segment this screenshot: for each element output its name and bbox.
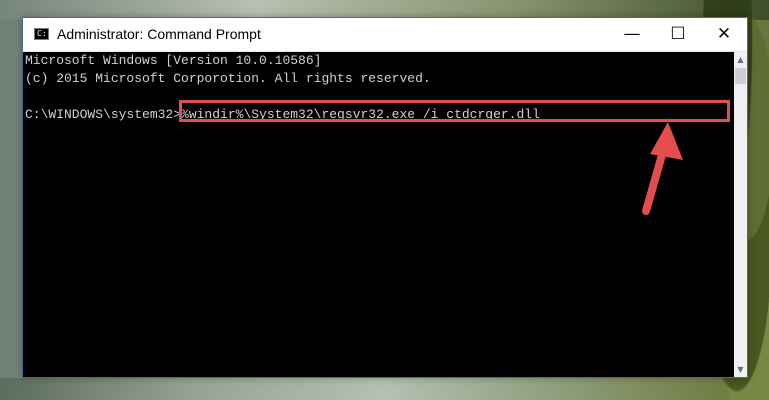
maximize-button[interactable]: ☐ xyxy=(655,18,701,51)
scroll-down-icon: ▼ xyxy=(737,364,744,374)
vertical-scrollbar[interactable]: ▲ ▼ xyxy=(734,52,747,377)
desktop-background-bottom xyxy=(0,378,769,400)
console-prompt: C:\WINDOWS\system32> xyxy=(25,107,182,122)
window-title: Administrator: Command Prompt xyxy=(57,26,261,42)
scroll-up-icon: ▲ xyxy=(737,54,744,64)
command-prompt-icon: C: xyxy=(34,28,49,40)
window-controls: — ☐ ✕ xyxy=(609,18,747,51)
red-pointer-arrow xyxy=(642,122,683,215)
minimize-icon: — xyxy=(623,24,641,44)
maximize-icon: ☐ xyxy=(670,24,686,44)
scroll-down-button[interactable]: ▼ xyxy=(734,362,747,377)
console-line-copyright: (c) 2015 Microsoft Corporotion. All righ… xyxy=(25,71,431,86)
console-line-version: Microsoft Windows [Version 10.0.10586] xyxy=(25,53,322,68)
window-title-bar[interactable]: C: Administrator: Command Prompt — ☐ ✕ xyxy=(23,18,747,52)
scroll-thumb[interactable] xyxy=(735,68,746,84)
close-button[interactable]: ✕ xyxy=(701,18,747,51)
close-icon: ✕ xyxy=(716,24,732,44)
scroll-up-button[interactable]: ▲ xyxy=(734,52,747,67)
minimize-button[interactable]: — xyxy=(609,18,655,51)
